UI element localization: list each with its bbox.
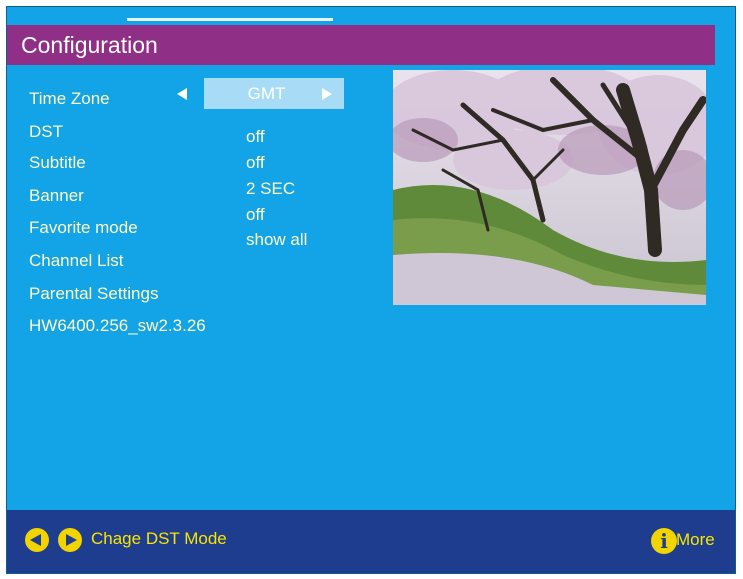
banner-value: 2 SEC [246,179,296,198]
dst-value: off [246,127,265,146]
subtitle-value: off [246,153,265,172]
footer-hint: Chage DST Mode [91,529,227,548]
info-icon[interactable]: i [651,528,677,554]
tz-left-arrow-icon[interactable] [177,88,187,100]
footer-bar: Chage DST Mode i More [7,510,735,573]
preview-image [393,70,706,305]
menu-item-banner[interactable]: Banner [29,186,84,206]
menu-item-favorite-mode[interactable]: Favorite mode [29,218,138,238]
title-bar: Configuration [7,25,715,65]
menu-item-channel-list[interactable]: Channel List [29,251,124,271]
tz-right-arrow-icon[interactable] [322,88,332,100]
time-zone-value: GMT [247,84,286,103]
cherry-blossom-tree-picture [393,70,706,305]
config-screen: Configuration Time Zone DST Subtitle Ban… [6,6,736,574]
right-arrow-icon[interactable] [58,528,82,552]
menu-item-dst[interactable]: DST [29,122,63,142]
menu-item-subtitle[interactable]: Subtitle [29,153,86,173]
menu-item-parental-settings[interactable]: Parental Settings [29,284,158,304]
favorite-mode-value: off [246,205,265,224]
menu-item-time-zone[interactable]: Time Zone [29,89,110,109]
channel-list-value: show all [246,230,308,249]
page-title: Configuration [21,32,158,58]
left-arrow-icon[interactable] [25,528,49,552]
top-highlight-bar [127,18,333,21]
more-label[interactable]: More [676,530,715,550]
version-label: HW6400.256_sw2.3.26 [29,316,206,335]
time-zone-selector[interactable]: GMT [204,78,344,109]
